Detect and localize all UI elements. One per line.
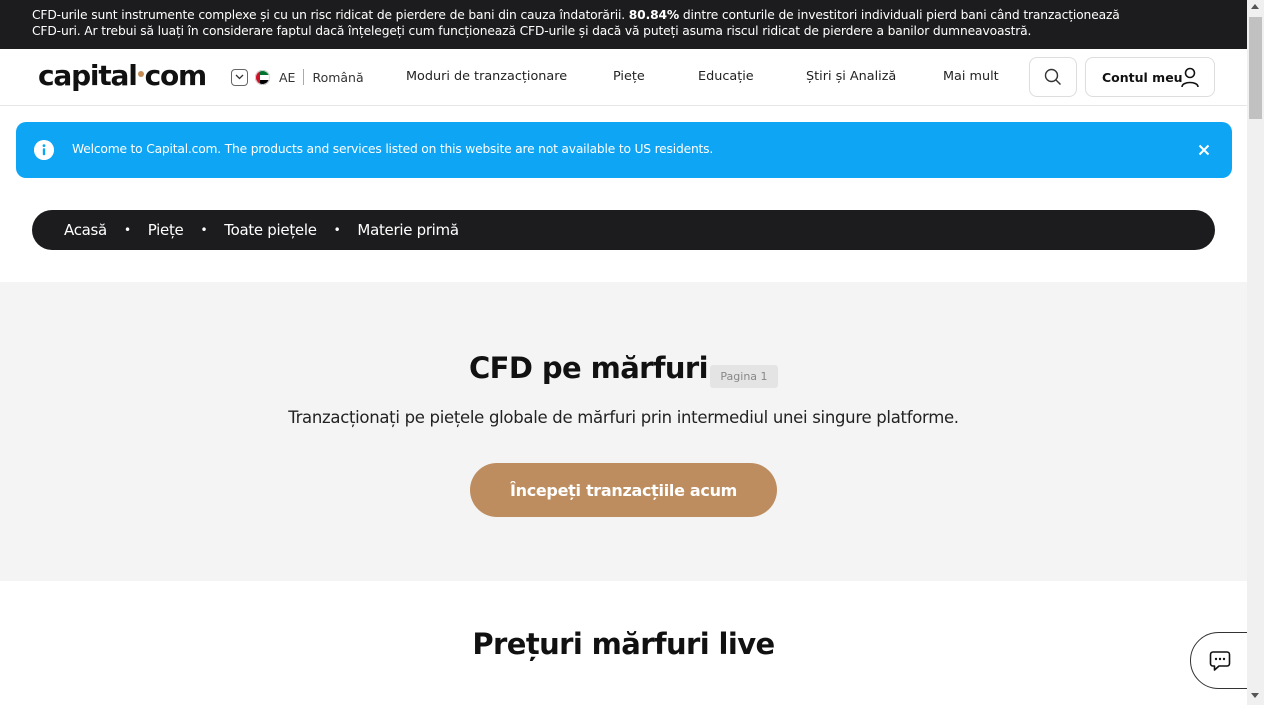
info-icon <box>34 140 54 160</box>
scroll-up-arrow-icon[interactable] <box>1251 4 1259 9</box>
page-title: CFD pe mărfuri <box>469 351 709 385</box>
notice-text: Welcome to Capital.com. The products and… <box>72 142 714 156</box>
uae-flag-icon <box>255 69 270 85</box>
chat-icon <box>1209 651 1231 671</box>
close-icon[interactable] <box>1196 142 1212 158</box>
breadcrumb: Acasă • Piețe • Toate piețele • Materie … <box>32 210 1215 250</box>
breadcrumb-separator: • <box>200 223 208 237</box>
nav-news-analysis[interactable]: Știri și Analiză <box>806 69 896 84</box>
search-button[interactable] <box>1029 57 1077 97</box>
breadcrumb-all-markets[interactable]: Toate piețele <box>224 221 317 239</box>
nav-education[interactable]: Educație <box>698 69 754 84</box>
nav-trading-modes[interactable]: Moduri de tranzacționare <box>406 69 567 84</box>
chevron-down-icon[interactable] <box>231 68 248 86</box>
user-icon <box>1181 67 1199 88</box>
hero-subtitle: Tranzacționați pe piețele globale de măr… <box>288 408 959 427</box>
logo-dot <box>137 71 144 77</box>
risk-warning-percent: 80.84% <box>628 8 680 22</box>
my-account-label: Contul meu <box>1102 69 1183 85</box>
breadcrumb-commodities: Materie primă <box>357 221 459 239</box>
breadcrumb-home[interactable]: Acasă <box>64 221 107 239</box>
region-selector[interactable]: AE Română <box>231 68 364 86</box>
site-header: capital com AE Română Moduri de tranzacți… <box>0 49 1247 106</box>
vertical-scrollbar[interactable] <box>1247 0 1264 705</box>
risk-warning-text: CFD-urile sunt instrumente complexe și c… <box>32 8 629 22</box>
region-code: AE <box>279 69 296 85</box>
nav-more[interactable]: Mai mult <box>943 69 999 84</box>
logo-text-right: com <box>144 59 208 92</box>
region-divider <box>303 69 305 85</box>
start-trading-button[interactable]: Începeți tranzacțiile acum <box>470 463 777 517</box>
breadcrumb-markets[interactable]: Piețe <box>148 221 184 239</box>
capital-com-logo[interactable]: capital com <box>38 59 208 92</box>
my-account-button[interactable]: Contul meu <box>1085 57 1215 97</box>
breadcrumb-separator: • <box>123 223 131 237</box>
page: CFD-urile sunt instrumente complexe și c… <box>0 0 1247 705</box>
live-prices-heading: Prețuri mărfuri live <box>472 627 775 661</box>
scroll-down-arrow-icon[interactable] <box>1251 693 1259 698</box>
nav-markets[interactable]: Piețe <box>613 69 645 84</box>
hero-section: CFD pe mărfuri Pagina 1 Tranzacționați p… <box>0 282 1247 581</box>
breadcrumb-separator: • <box>333 223 341 237</box>
risk-warning-text-cont: dintre conturile de investitori individu… <box>679 8 1120 22</box>
risk-warning-bar: CFD-urile sunt instrumente complexe și c… <box>0 0 1247 49</box>
risk-warning-line1: CFD-urile sunt instrumente complexe și c… <box>32 7 1215 23</box>
page-number-badge: Pagina 1 <box>710 365 778 388</box>
scrollbar-thumb[interactable] <box>1249 17 1262 119</box>
language-selector[interactable]: Română <box>312 70 363 85</box>
chat-button[interactable] <box>1190 632 1247 689</box>
risk-warning-line2: CFD-uri. Ar trebui să luați în considera… <box>32 24 1032 38</box>
us-residents-notice: Welcome to Capital.com. The products and… <box>16 122 1232 178</box>
logo-text-left: capital <box>38 59 138 92</box>
search-icon <box>1044 68 1061 85</box>
